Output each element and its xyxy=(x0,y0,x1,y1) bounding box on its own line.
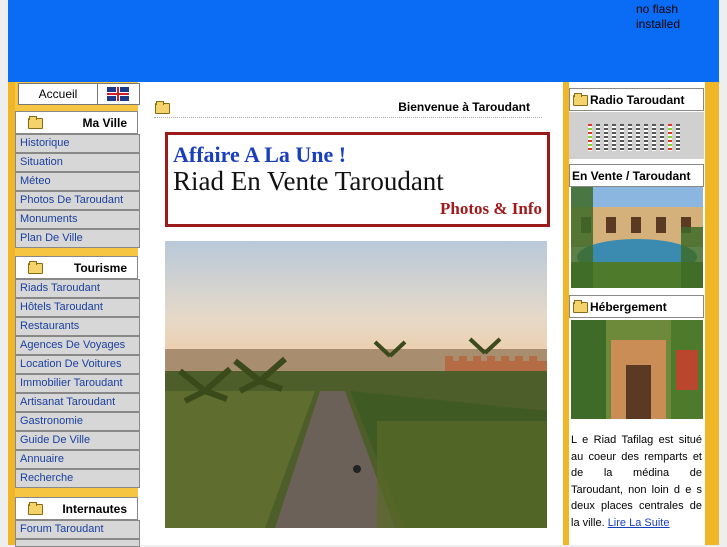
taroudant-photo xyxy=(165,241,547,528)
menu-item-monuments[interactable]: Monuments xyxy=(15,210,140,229)
menu-item-location[interactable]: Location De Voitures xyxy=(15,355,140,374)
read-more-link[interactable]: Lire La Suite xyxy=(608,517,670,529)
welcome-header: Bienvenue à Taroudant xyxy=(154,97,542,118)
menu-item-hotels[interactable]: Hôtels Taroudant xyxy=(15,298,140,317)
menu-item-partial[interactable] xyxy=(15,539,140,547)
equalizer-icon xyxy=(586,121,686,151)
menu-item-plan[interactable]: Plan De Ville xyxy=(15,229,140,248)
folder-icon xyxy=(28,502,43,515)
page-title: Bienvenue à Taroudant xyxy=(398,100,530,114)
right-border xyxy=(705,82,719,545)
riad-tafilag-photo[interactable] xyxy=(571,320,703,419)
flash-notice: no flash installed xyxy=(636,2,681,31)
folder-icon xyxy=(28,116,43,129)
banner-line-3: Photos & Info xyxy=(439,199,542,218)
home-link[interactable]: Accueil xyxy=(18,83,98,105)
menu-item-gastronomie[interactable]: Gastronomie xyxy=(15,412,140,431)
menu-item-situation[interactable]: Situation xyxy=(15,153,140,172)
menu-item-agences[interactable]: Agences De Voyages xyxy=(15,336,140,355)
menu-item-riads[interactable]: Riads Taroudant xyxy=(15,279,140,298)
menu-item-forum[interactable]: Forum Taroudant xyxy=(15,520,140,539)
menu-item-restaurants[interactable]: Restaurants xyxy=(15,317,140,336)
header-banner xyxy=(8,0,719,82)
menu-item-annuaire[interactable]: Annuaire xyxy=(15,450,140,469)
menu-item-meteo[interactable]: Méteo xyxy=(15,172,140,191)
menu-item-immobilier[interactable]: Immobilier Taroudant xyxy=(15,374,140,393)
uk-flag-icon xyxy=(107,87,129,101)
left-border xyxy=(8,82,15,545)
language-switch[interactable] xyxy=(97,83,140,105)
featured-ad-banner[interactable]: Affaire A La Une ! Riad En Vente Tarouda… xyxy=(165,132,550,227)
radio-player[interactable] xyxy=(569,112,704,159)
folder-icon xyxy=(28,261,43,274)
menu-header-tourisme: Tourisme xyxy=(15,256,138,279)
menu-item-photos[interactable]: Photos De Taroudant xyxy=(15,191,140,210)
banner-line-1: Affaire A La Une ! xyxy=(173,142,347,167)
menu-item-guide[interactable]: Guide De Ville xyxy=(15,431,140,450)
banner-line-2: Riad En Vente Taroudant xyxy=(173,166,444,196)
hebergement-description: L e Riad Tafilag est situé au coeur des … xyxy=(571,434,702,529)
folder-icon xyxy=(573,300,588,313)
folder-icon xyxy=(155,101,170,114)
riad-sale-photo[interactable] xyxy=(571,187,703,288)
folder-icon xyxy=(573,93,588,106)
menu-item-historique[interactable]: Historique xyxy=(15,134,140,153)
menu-header-ma-ville: Ma Ville xyxy=(15,111,138,134)
menu-item-recherche[interactable]: Recherche xyxy=(15,469,140,488)
vente-header: En Vente / Taroudant xyxy=(569,164,704,187)
radio-header: Radio Taroudant xyxy=(569,88,704,111)
hebergement-header: Hébergement xyxy=(569,295,704,318)
menu-header-internautes: Internautes xyxy=(15,497,138,520)
menu-item-artisanat[interactable]: Artisanat Taroudant xyxy=(15,393,140,412)
